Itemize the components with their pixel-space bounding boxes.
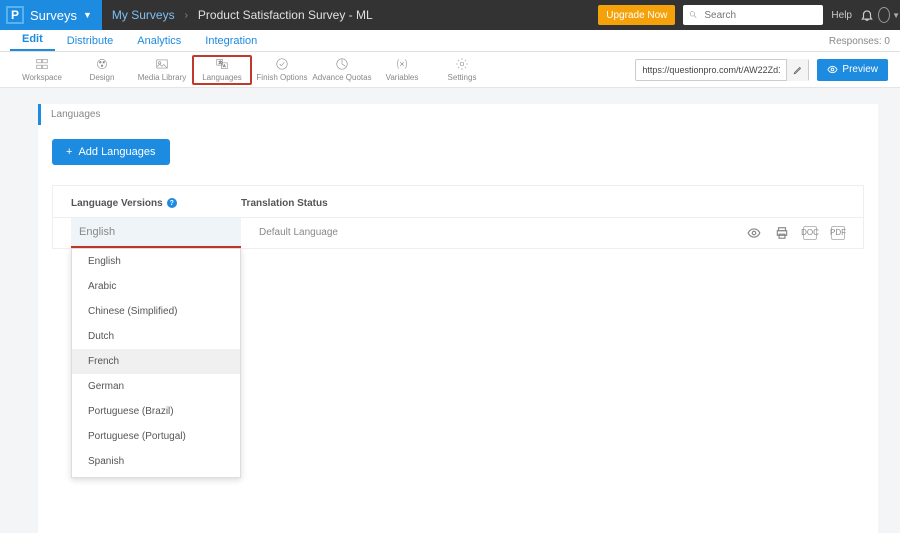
language-option[interactable]: French bbox=[72, 349, 240, 374]
add-languages-button[interactable]: + Add Languages bbox=[52, 139, 170, 165]
plus-icon: + bbox=[66, 146, 72, 158]
quotas-icon bbox=[335, 57, 349, 71]
tab-integration[interactable]: Integration bbox=[193, 35, 269, 51]
preview-language-icon[interactable] bbox=[747, 226, 761, 240]
export-pdf-icon[interactable]: PDF bbox=[831, 226, 845, 240]
language-option[interactable]: Spanish (Latin America) bbox=[72, 474, 240, 478]
tab-analytics[interactable]: Analytics bbox=[125, 35, 193, 51]
notifications-icon[interactable] bbox=[856, 4, 878, 26]
finish-icon bbox=[275, 57, 289, 71]
search-icon bbox=[689, 10, 698, 20]
language-option[interactable]: Spanish bbox=[72, 449, 240, 474]
design-icon bbox=[95, 57, 109, 71]
avatar-icon bbox=[878, 7, 890, 23]
language-row: English Default Language DOC PDF bbox=[53, 218, 863, 248]
edit-url-button[interactable] bbox=[786, 59, 808, 81]
tool-variables[interactable]: Variables bbox=[372, 55, 432, 85]
breadcrumb-my-surveys[interactable]: My Surveys bbox=[102, 8, 185, 22]
user-menu[interactable]: ▼ bbox=[878, 4, 900, 26]
language-dropdown[interactable]: EnglishArabicChinese (Simplified)DutchFr… bbox=[71, 248, 241, 478]
export-doc-icon[interactable]: DOC bbox=[803, 226, 817, 240]
language-option[interactable]: Chinese (Simplified) bbox=[72, 299, 240, 324]
eye-icon bbox=[827, 64, 838, 75]
language-option[interactable]: Arabic bbox=[72, 274, 240, 299]
tool-media-library[interactable]: Media Library bbox=[132, 55, 192, 85]
survey-url-input[interactable] bbox=[636, 65, 786, 75]
print-icon[interactable] bbox=[775, 226, 789, 240]
responses-count: Responses: 0 bbox=[829, 36, 890, 51]
panel-title: Languages bbox=[38, 104, 878, 125]
upgrade-button[interactable]: Upgrade Now bbox=[598, 5, 675, 25]
languages-icon: 文A bbox=[215, 57, 229, 71]
tool-settings[interactable]: Settings bbox=[432, 55, 492, 85]
help-link[interactable]: Help bbox=[831, 10, 852, 21]
preview-button[interactable]: Preview bbox=[817, 59, 888, 81]
media-icon bbox=[155, 57, 169, 71]
svg-text:文: 文 bbox=[219, 59, 223, 64]
help-tooltip-icon[interactable]: ? bbox=[167, 198, 177, 208]
language-option[interactable]: Dutch bbox=[72, 324, 240, 349]
column-translation-status: Translation Status bbox=[241, 198, 328, 209]
column-language-versions: Language Versions bbox=[71, 198, 163, 209]
product-name: Surveys bbox=[30, 8, 77, 23]
survey-url-box bbox=[635, 59, 809, 81]
tool-finish-options[interactable]: Finish Options bbox=[252, 55, 312, 85]
svg-text:A: A bbox=[223, 64, 226, 68]
chevron-down-icon: ▼ bbox=[83, 10, 92, 20]
variables-icon bbox=[395, 57, 409, 71]
pencil-icon bbox=[793, 65, 803, 75]
chevron-down-icon: ▼ bbox=[892, 11, 900, 20]
search-box[interactable] bbox=[683, 5, 823, 25]
tool-workspace[interactable]: Workspace bbox=[12, 55, 72, 85]
language-select[interactable]: English bbox=[71, 218, 241, 248]
tab-edit[interactable]: Edit bbox=[10, 33, 55, 51]
tool-languages[interactable]: 文A Languages bbox=[192, 55, 252, 85]
language-option[interactable]: Portuguese (Portugal) bbox=[72, 424, 240, 449]
search-input[interactable] bbox=[702, 9, 817, 22]
settings-icon bbox=[455, 57, 469, 71]
workspace-icon bbox=[35, 57, 49, 71]
tab-distribute[interactable]: Distribute bbox=[55, 35, 125, 51]
breadcrumb-current: Product Satisfaction Survey - ML bbox=[188, 8, 383, 22]
language-option[interactable]: English bbox=[72, 249, 240, 274]
product-switcher[interactable]: P Surveys ▼ bbox=[0, 0, 102, 30]
tool-design[interactable]: Design bbox=[72, 55, 132, 85]
tool-advance-quotas[interactable]: Advance Quotas bbox=[312, 55, 372, 85]
translation-status: Default Language bbox=[259, 227, 338, 238]
language-option[interactable]: German bbox=[72, 374, 240, 399]
brand-logo-icon: P bbox=[6, 6, 24, 24]
language-option[interactable]: Portuguese (Brazil) bbox=[72, 399, 240, 424]
